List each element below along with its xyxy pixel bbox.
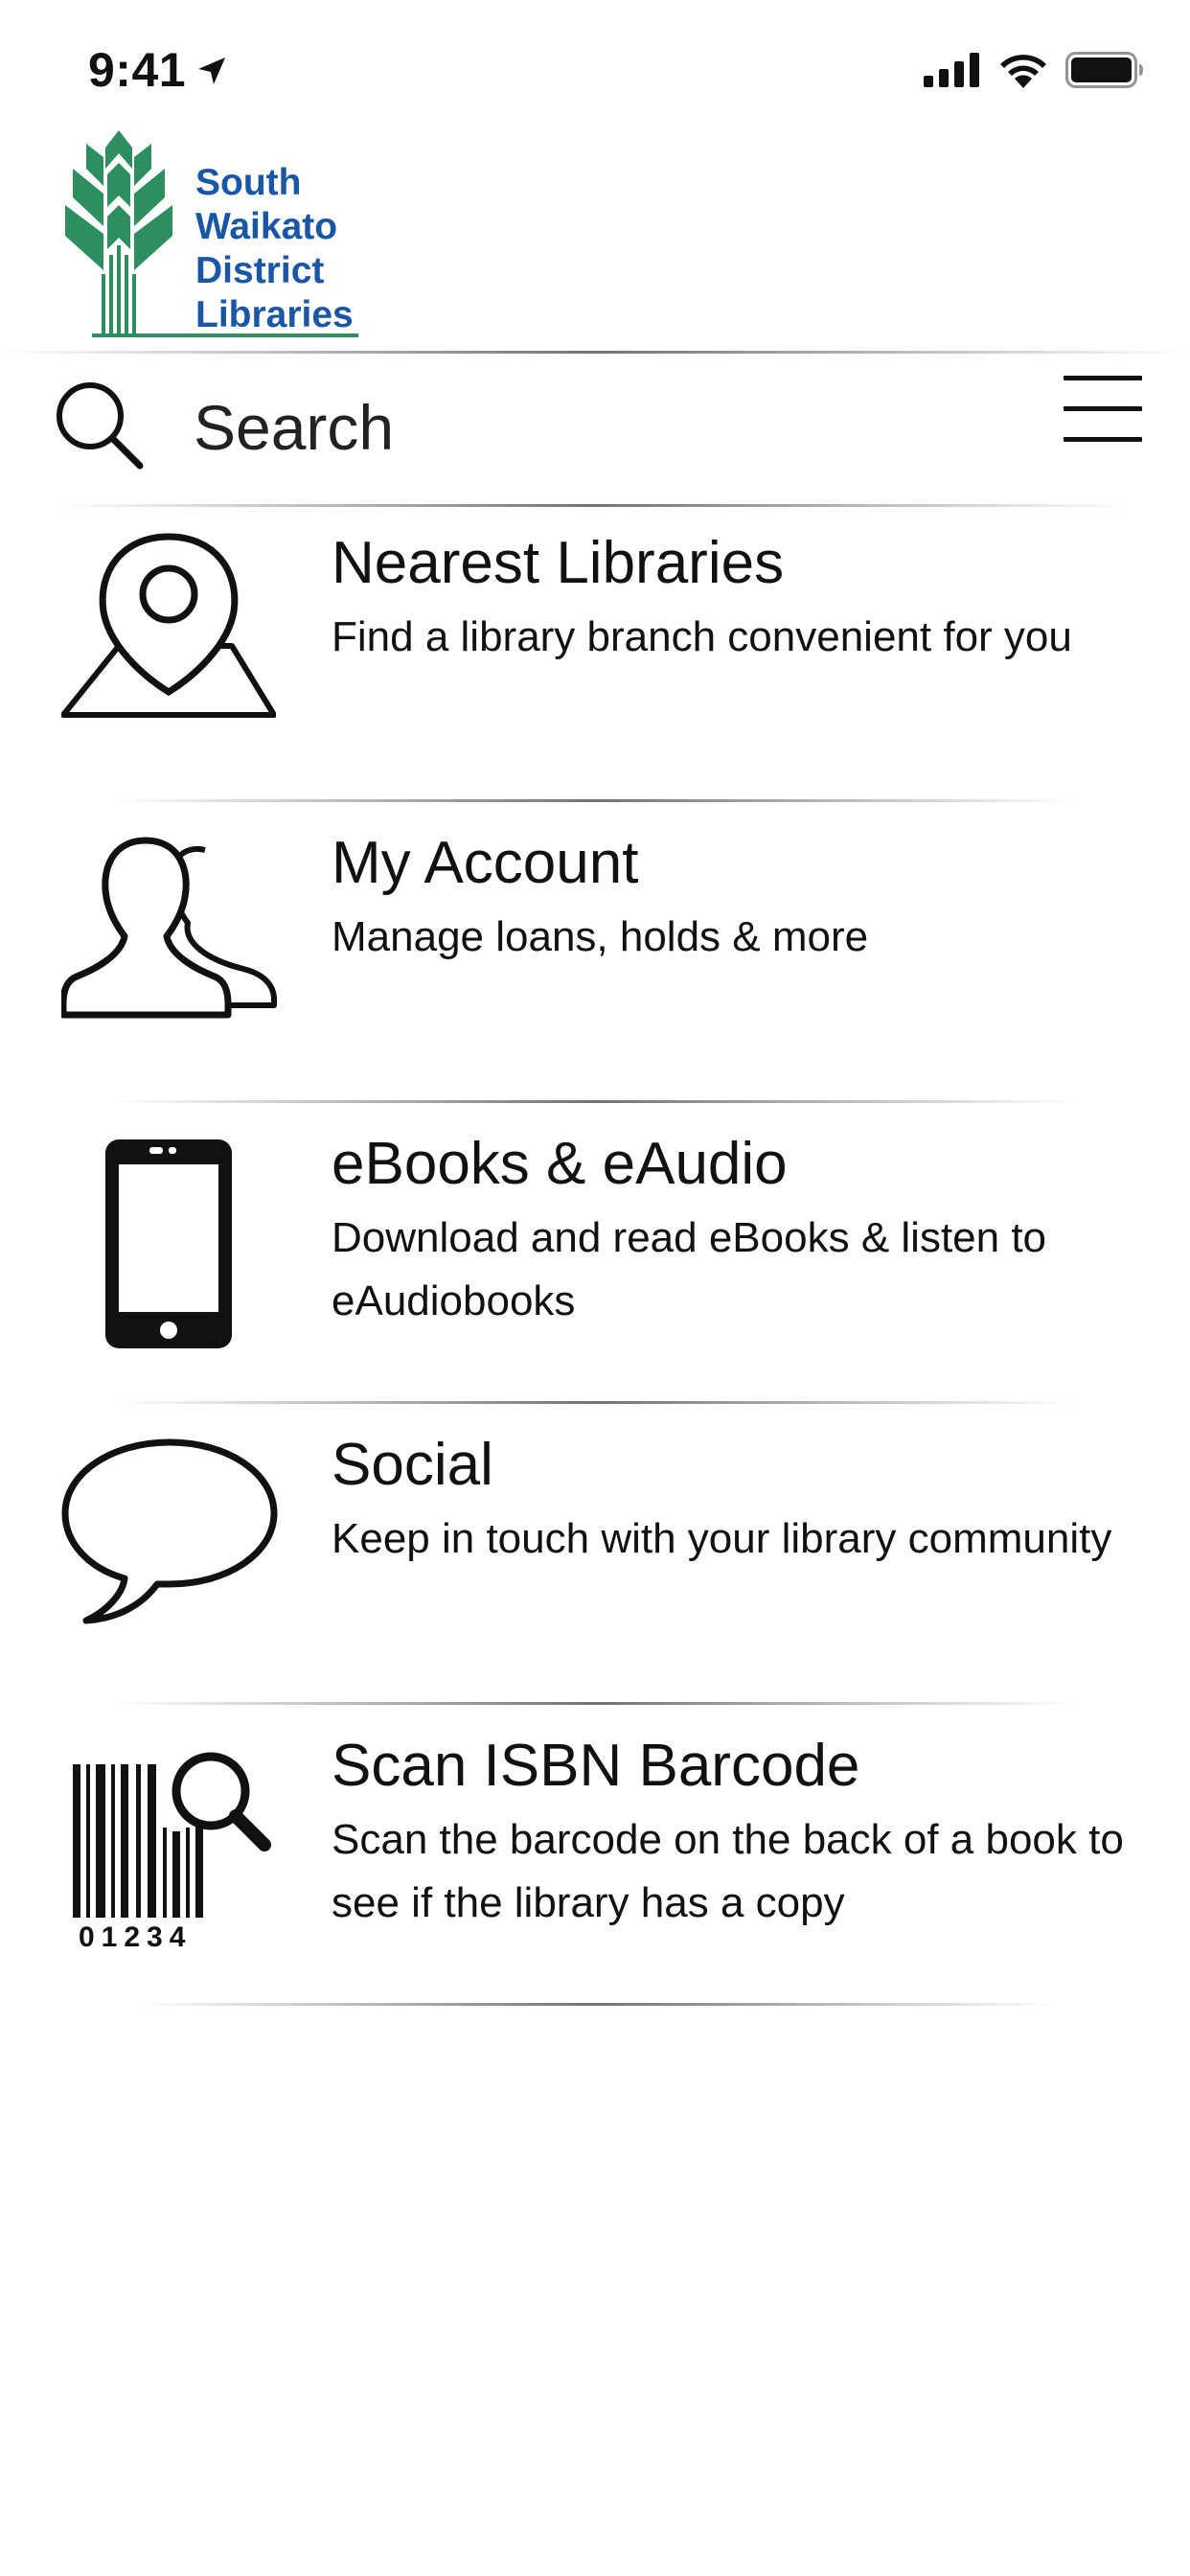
location-arrow-icon bbox=[198, 58, 225, 84]
item-divider bbox=[115, 1702, 1075, 1705]
item-title: eBooks & eAudio bbox=[332, 1131, 788, 1197]
status-time: 9:41 bbox=[88, 43, 187, 97]
item-description: Download and read eBooks & listen to eAu… bbox=[332, 1214, 1047, 1324]
item-description: Manage loans, holds & more bbox=[332, 913, 869, 960]
brand-wordmark: South Waikato District Libraries bbox=[195, 161, 354, 337]
item-title: Nearest Libraries bbox=[332, 530, 785, 596]
brand-line-2: Waikato bbox=[195, 206, 338, 247]
menu-item-my-account[interactable]: My Account Manage loans, holds & more bbox=[0, 808, 1190, 1108]
search-icon[interactable] bbox=[54, 380, 146, 472]
menu-item-ebooks-eaudio[interactable]: eBooks & eAudio Download and read eBooks… bbox=[0, 1109, 1190, 1409]
search-divider bbox=[57, 504, 1133, 507]
map-pin-icon bbox=[61, 533, 276, 718]
item-divider bbox=[115, 1100, 1075, 1103]
wifi-icon bbox=[1000, 55, 1046, 88]
speech-bubble-icon bbox=[61, 1438, 278, 1624]
brand-line-3: District bbox=[195, 250, 325, 291]
hamburger-menu-icon[interactable] bbox=[1064, 376, 1142, 443]
menu-item-scan-isbn-barcode[interactable]: 01234 Scan ISBN Barcode Scan the barcode… bbox=[0, 1711, 1190, 2011]
item-divider bbox=[115, 799, 1075, 802]
status-icons bbox=[924, 52, 1144, 88]
menu-item-social[interactable]: Social Keep in touch with your library c… bbox=[0, 1410, 1190, 1710]
brand-line-4: Libraries bbox=[195, 294, 354, 335]
item-title: Social bbox=[332, 1432, 493, 1498]
item-divider bbox=[115, 1401, 1075, 1404]
item-title: My Account bbox=[332, 830, 639, 896]
brand-line-1: South bbox=[195, 162, 302, 203]
users-icon bbox=[61, 837, 277, 1019]
barcode-digits: 01234 bbox=[79, 1921, 192, 1950]
item-description: Scan the barcode on the back of a book t… bbox=[332, 1816, 1124, 1926]
phone-icon bbox=[105, 1139, 232, 1348]
barcode-scan-icon: 01234 bbox=[73, 1752, 271, 1950]
cellular-signal-icon bbox=[924, 53, 979, 87]
item-divider bbox=[134, 2003, 1056, 2006]
battery-icon bbox=[1065, 52, 1143, 88]
item-description: Keep in touch with your library communit… bbox=[332, 1515, 1112, 1562]
item-description: Find a library branch convenient for you bbox=[332, 613, 1072, 660]
menu-item-nearest-libraries[interactable]: Nearest Libraries Find a library branch … bbox=[0, 508, 1190, 808]
item-title: Scan ISBN Barcode bbox=[332, 1733, 860, 1799]
library-tree-logo-icon bbox=[65, 130, 172, 337]
search-input[interactable] bbox=[192, 383, 962, 472]
header-divider bbox=[0, 351, 1190, 354]
brand-underline bbox=[92, 334, 358, 337]
